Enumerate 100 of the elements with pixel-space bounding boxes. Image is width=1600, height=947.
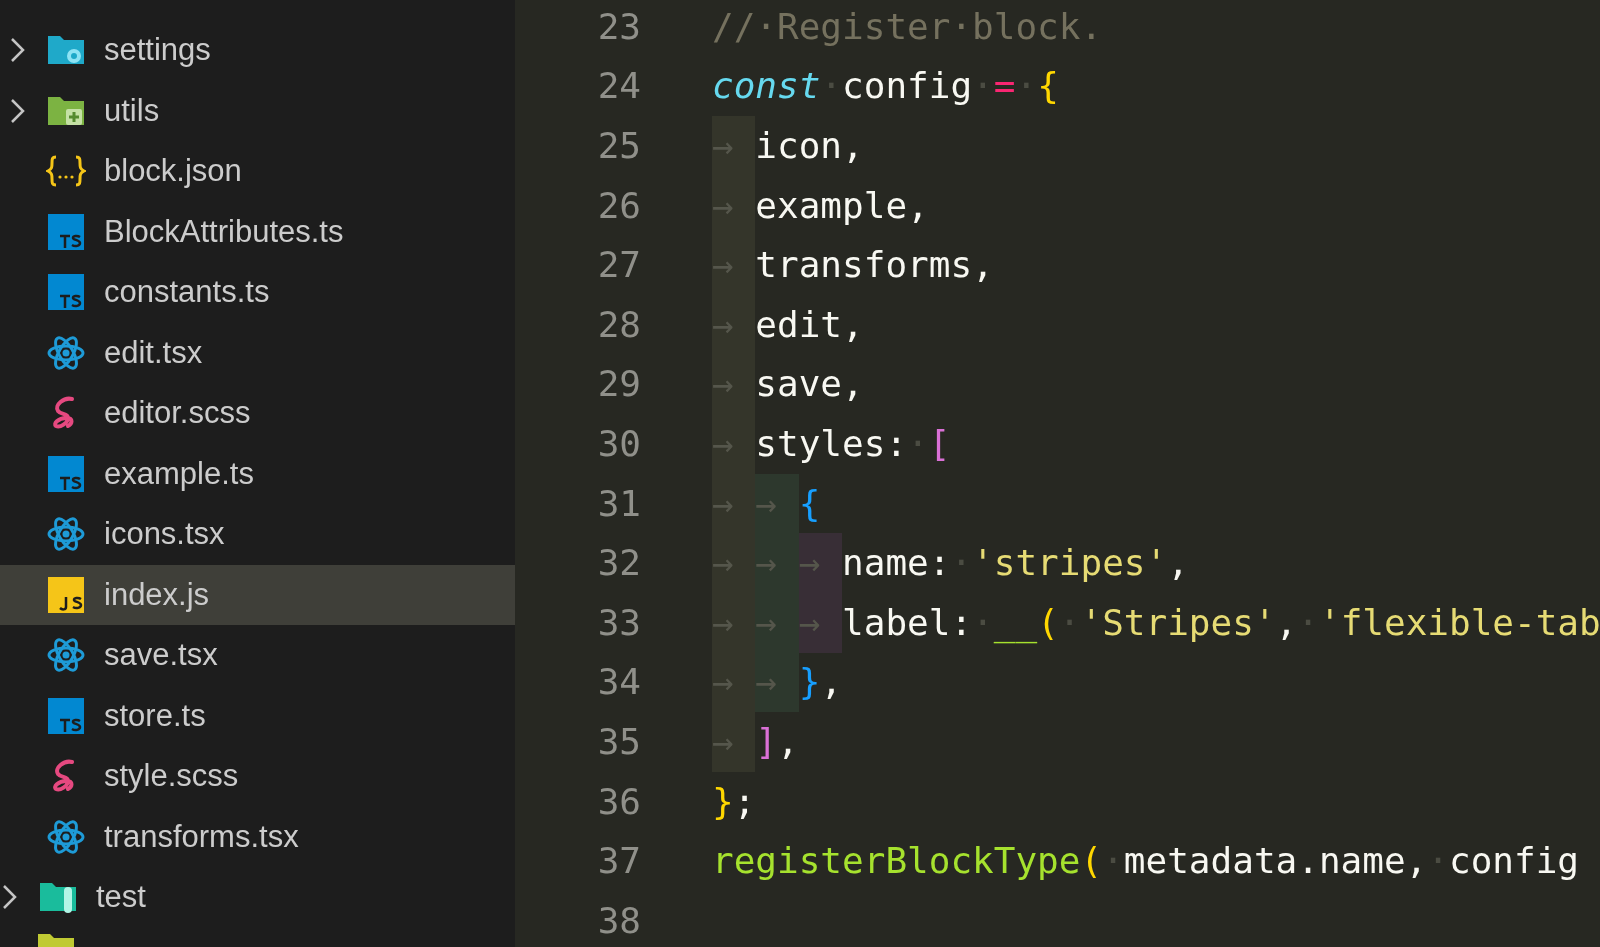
file-tree-row[interactable]: style.scss — [0, 746, 515, 807]
code-text: name: — [842, 541, 951, 586]
line-number: 31 — [596, 481, 641, 526]
code-bracket: { — [1037, 64, 1059, 109]
file-name: transforms.tsx — [104, 817, 299, 856]
tab-marker: → — [755, 652, 799, 713]
code-bracket: } — [798, 660, 821, 705]
tab-marker: → — [712, 473, 756, 534]
line-number: 30 — [596, 421, 641, 466]
code-bracket: } — [712, 779, 734, 824]
code-text: , — [1275, 600, 1298, 645]
line-number: 28 — [596, 302, 641, 347]
ts-file-icon — [46, 211, 86, 252]
file-tree-row[interactable]: example.ts — [0, 443, 515, 504]
file-tree-row[interactable]: store.ts — [0, 685, 515, 746]
file-tree-row[interactable]: transforms.tsx — [0, 806, 515, 867]
file-name: BlockAttributes.ts — [104, 212, 344, 251]
tab-marker: → — [712, 235, 756, 295]
tab-marker: → — [798, 592, 843, 653]
file-name: constants.ts — [104, 273, 270, 311]
tab-marker: → — [712, 354, 756, 415]
code-text: , — [1167, 541, 1189, 586]
line-number: 37 — [596, 839, 641, 884]
code-text: icon, — [755, 124, 864, 168]
tab-marker: → — [798, 533, 843, 593]
file-name: example.ts — [104, 454, 254, 493]
code-string: 'flexible-tab — [1318, 600, 1600, 645]
tab-marker: → — [755, 592, 799, 653]
tab-marker: → — [755, 473, 799, 534]
line-number: 26 — [596, 183, 641, 228]
file-name: store.ts — [104, 696, 206, 735]
file-tree-row[interactable]: settings — [0, 20, 515, 81]
tab-marker: → — [712, 652, 756, 713]
tab-marker: → — [712, 592, 756, 653]
whitespace-marker: · — [820, 64, 843, 109]
ts-file-icon — [46, 272, 86, 313]
tab-marker: → — [712, 294, 756, 355]
line-number: 36 — [596, 779, 641, 824]
code-string: 'stripes' — [972, 541, 1168, 586]
whitespace-marker: · — [907, 421, 929, 466]
whitespace-marker: · — [1102, 839, 1124, 884]
file-name: edit.tsx — [104, 333, 203, 372]
file-name: test — [96, 878, 146, 916]
whitespace-marker: · — [950, 541, 973, 586]
code-text: label: — [842, 600, 973, 645]
line-number: 23 — [596, 4, 641, 49]
file-name: save.tsx — [104, 636, 218, 674]
code-bracket: ( — [1037, 600, 1059, 643]
file-tree-row[interactable]: test — [0, 867, 515, 928]
code-text: edit, — [755, 302, 864, 347]
file-name: utils — [104, 91, 160, 130]
file-tree-row[interactable]: utils — [0, 80, 515, 141]
file-tree-row[interactable]: constants.ts — [0, 262, 515, 323]
file-tree-row[interactable]: icons.tsx — [0, 504, 515, 565]
code-text: , — [820, 660, 843, 705]
js-file-icon — [46, 574, 86, 615]
code-function: __ — [993, 600, 1038, 646]
code-bracket: ( — [1080, 839, 1103, 884]
file-name: style.scss — [104, 757, 239, 795]
file-tree-row[interactable]: block.json — [0, 141, 515, 202]
line-number: 24 — [596, 64, 641, 109]
code-bracket: ] — [755, 719, 778, 764]
file-tree-row[interactable]: edit.tsx — [0, 322, 515, 383]
file-name: index.js — [104, 575, 210, 614]
code-text: config — [1448, 839, 1579, 884]
file-name: settings — [104, 31, 211, 69]
tab-marker: → — [712, 175, 756, 236]
code-text: , — [777, 719, 799, 764]
code-bracket: { — [798, 481, 821, 526]
code-comment: //·Register·block. — [712, 4, 1103, 49]
file-tree-row[interactable]: save.tsx — [0, 625, 515, 686]
code-function: registerBlockType — [712, 839, 1081, 884]
file-name: icons.tsx — [104, 515, 225, 553]
line-number: 35 — [596, 719, 641, 764]
code-operator: = — [993, 64, 1016, 109]
tab-marker: → — [755, 533, 799, 593]
line-number: 29 — [596, 362, 641, 407]
code-text: metadata.name, — [1123, 839, 1428, 884]
whitespace-marker: · — [972, 64, 994, 109]
code-text: transforms, — [755, 243, 994, 288]
code-bracket: [ — [928, 421, 951, 466]
code-text: save, — [755, 362, 864, 407]
code-text: config — [842, 64, 973, 109]
line-number: 33 — [596, 600, 641, 645]
tab-marker: → — [712, 414, 756, 474]
file-tree-row[interactable]: BlockAttributes.ts — [0, 201, 515, 262]
tab-marker: → — [712, 712, 756, 772]
line-number: 25 — [596, 124, 641, 168]
ts-file-icon — [46, 695, 86, 736]
file-tree-row[interactable]: index.js — [0, 564, 515, 625]
ts-file-icon — [46, 453, 86, 494]
line-number: 38 — [596, 898, 641, 943]
tab-marker: → — [712, 116, 756, 176]
tab-marker: → — [712, 533, 756, 593]
code-text: example, — [755, 183, 929, 228]
file-name: block.json — [104, 152, 242, 190]
whitespace-marker: · — [972, 600, 994, 643]
file-tree-row[interactable]: editor.scss — [0, 383, 515, 444]
code-text: ; — [733, 779, 756, 824]
code-text: styles: — [755, 421, 908, 466]
